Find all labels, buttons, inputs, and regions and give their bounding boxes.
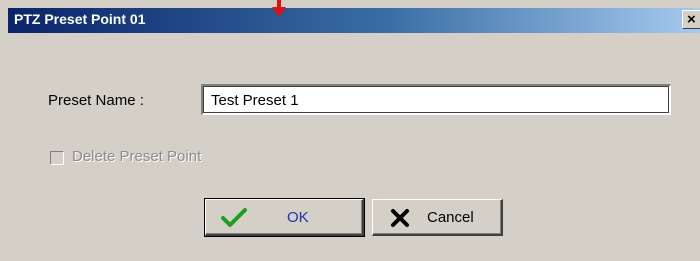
close-button[interactable]: × bbox=[682, 10, 700, 29]
preset-point-dialog: PTZ Preset Point 01 × Preset Name : Dele… bbox=[0, 0, 700, 261]
title-bar: PTZ Preset Point 01 × bbox=[8, 8, 700, 33]
delete-preset-checkbox[interactable] bbox=[50, 151, 64, 165]
pointer-arrow-icon bbox=[272, 0, 286, 17]
close-icon: × bbox=[687, 11, 696, 28]
delete-preset-label: Delete Preset Point bbox=[72, 148, 202, 165]
check-icon bbox=[221, 208, 247, 227]
cancel-button-label: Cancel bbox=[427, 209, 474, 226]
preset-name-label: Preset Name : bbox=[48, 92, 144, 109]
cancel-button[interactable]: Cancel bbox=[372, 199, 503, 236]
ok-button[interactable]: OK bbox=[204, 198, 365, 237]
preset-name-input[interactable] bbox=[201, 84, 671, 115]
window-title: PTZ Preset Point 01 bbox=[14, 11, 146, 27]
x-icon bbox=[391, 209, 409, 227]
ok-button-label: OK bbox=[287, 209, 309, 226]
